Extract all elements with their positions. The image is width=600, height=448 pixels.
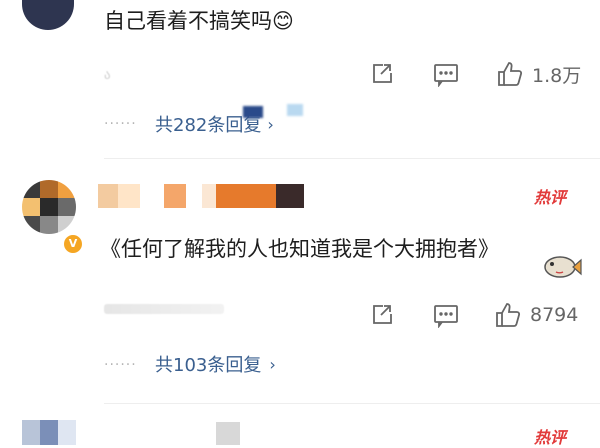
comment-meta: ა (104, 68, 111, 83)
avatar[interactable] (22, 0, 74, 30)
thumbs-up-icon (496, 60, 524, 88)
replies-dots: ······ (104, 357, 137, 373)
comment-meta (104, 304, 224, 314)
blur-patch (287, 104, 303, 116)
username-redacted[interactable] (216, 422, 240, 445)
like-button[interactable]: 1.8万 (496, 60, 581, 88)
avatar[interactable] (22, 420, 76, 445)
divider (104, 158, 600, 159)
comment-text: 自己看着不搞笑吗😊 (104, 9, 294, 33)
chevron-right-icon: › (269, 354, 276, 374)
replies-link[interactable]: 共103条回复 › (155, 351, 276, 377)
hot-comment-badge: 热评 (534, 188, 567, 207)
like-count: 8794 (530, 304, 579, 326)
replies-dots: ······ (104, 116, 137, 132)
comment-icon[interactable] (433, 63, 459, 87)
share-icon[interactable] (370, 303, 394, 327)
comment-text: 《任何了解我的人也知道我是个大拥抱者》 (100, 237, 499, 261)
like-button[interactable]: 8794 (494, 301, 578, 329)
verified-badge: V (62, 233, 84, 255)
share-icon[interactable] (370, 62, 394, 86)
username-redacted[interactable] (98, 184, 304, 208)
chevron-right-icon: › (267, 114, 274, 134)
like-count: 1.8万 (532, 64, 582, 87)
thumbs-up-icon (494, 301, 522, 329)
comment-icon[interactable] (433, 304, 459, 328)
divider (104, 403, 600, 404)
blur-patch (243, 106, 263, 118)
replies-label: 共103条回复 (155, 355, 262, 376)
fish-emoji-icon (542, 252, 582, 286)
avatar[interactable] (22, 180, 76, 234)
hot-comment-badge: 热评 (534, 428, 567, 447)
